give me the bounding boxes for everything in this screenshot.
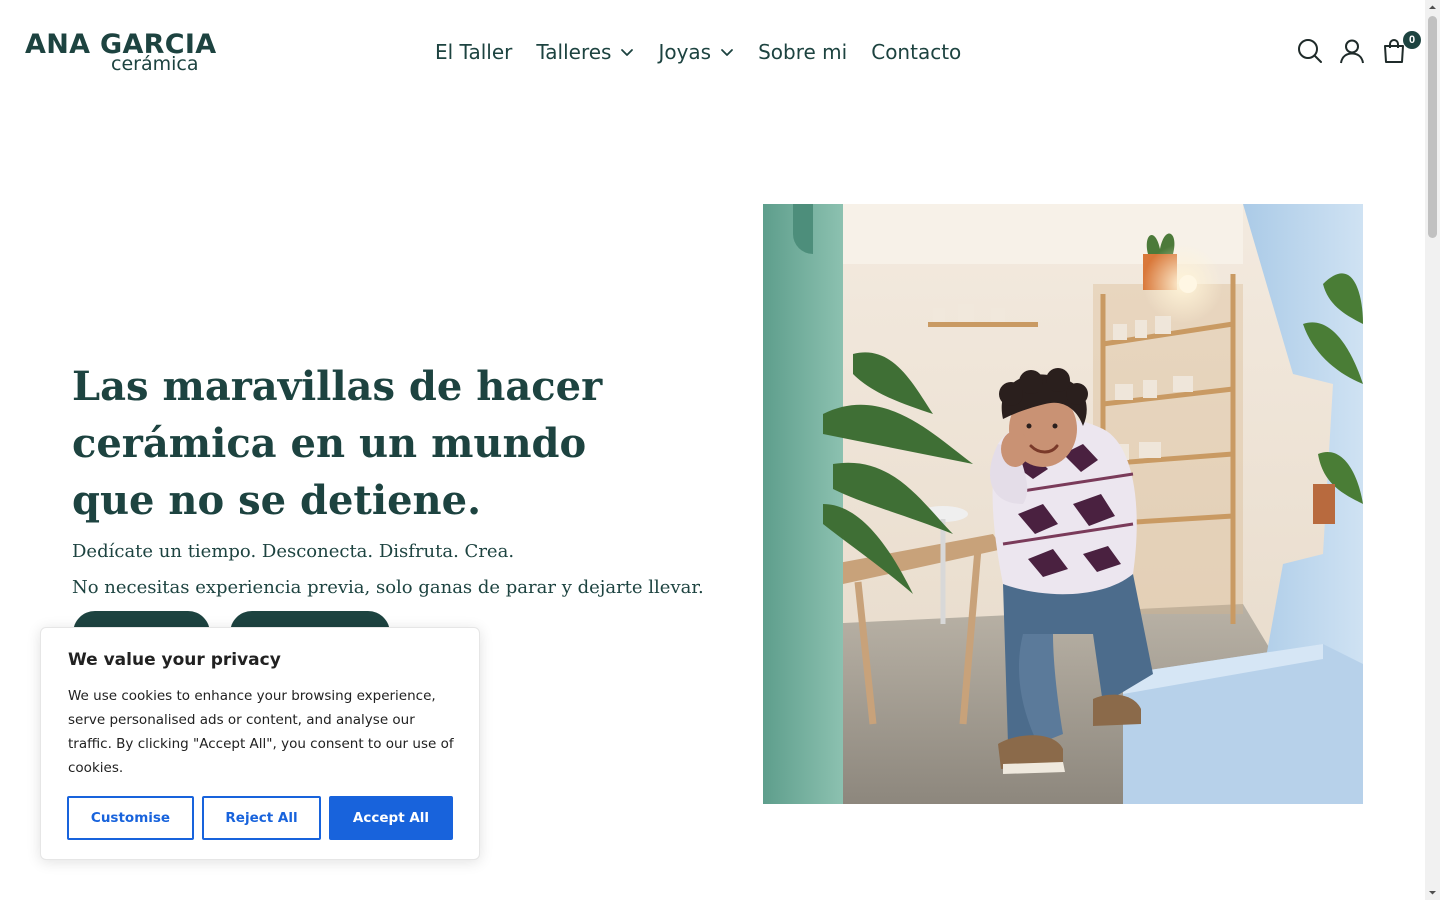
- chevron-down-icon: [721, 49, 734, 56]
- nav-item-contacto[interactable]: Contacto: [871, 40, 961, 64]
- nav-item-label: Sobre mi: [758, 40, 848, 64]
- cookie-title: We value your privacy: [68, 650, 281, 670]
- site-header: ANA GARCIA cerámica El Taller Talleres J…: [0, 0, 1425, 104]
- nav-item-sobre-mi[interactable]: Sobre mi: [758, 40, 847, 64]
- nav-item-label: Joyas: [658, 40, 712, 64]
- nav-item-label: Contacto: [871, 40, 962, 64]
- hero-subtitle-2: No necesitas experiencia previa, solo ga…: [72, 577, 704, 598]
- user-icon: [1340, 39, 1364, 64]
- main-nav: El Taller Talleres Joyas Sobre mi Contac…: [435, 36, 985, 68]
- cart-icon: [1384, 39, 1404, 63]
- accept-all-button[interactable]: Accept All: [329, 796, 453, 840]
- reject-all-button[interactable]: Reject All: [202, 796, 321, 840]
- logo-subtitle: cerámica: [111, 53, 199, 75]
- scrollbar-thumb[interactable]: [1428, 16, 1437, 238]
- cookie-description: We use cookies to enhance your browsing …: [68, 688, 454, 776]
- cookie-consent-banner: We value your privacy We use cookies to …: [40, 627, 480, 860]
- hero-photo: [763, 204, 1363, 804]
- nav-item-talleres[interactable]: Talleres: [536, 40, 634, 64]
- hero-title: Las maravillas de hacer cerámica en un m…: [72, 363, 603, 524]
- nav-item-el-taller[interactable]: El Taller: [435, 40, 512, 64]
- header-actions: 0: [1281, 31, 1421, 66]
- chevron-down-icon: [621, 49, 634, 56]
- nav-item-label: El Taller: [435, 40, 513, 64]
- customise-button[interactable]: Customise: [67, 796, 194, 840]
- cart-count-badge: 0: [1403, 31, 1421, 49]
- scroll-down-arrow-icon[interactable]: [1428, 888, 1437, 897]
- brand-logo[interactable]: ANA GARCIA cerámica: [25, 30, 216, 75]
- search-button[interactable]: [1297, 36, 1323, 66]
- scroll-up-arrow-icon[interactable]: [1428, 3, 1437, 12]
- studio-photo-illustration: [763, 204, 1363, 804]
- cart-button[interactable]: 0: [1381, 31, 1421, 66]
- hero-subtitle-1: Dedícate un tiempo. Desconecta. Disfruta…: [72, 541, 515, 562]
- nav-item-label: Talleres: [536, 40, 612, 64]
- account-button[interactable]: [1339, 36, 1365, 66]
- nav-item-joyas[interactable]: Joyas: [658, 40, 734, 64]
- page-scrollbar[interactable]: [1425, 0, 1440, 900]
- search-icon: [1298, 39, 1322, 63]
